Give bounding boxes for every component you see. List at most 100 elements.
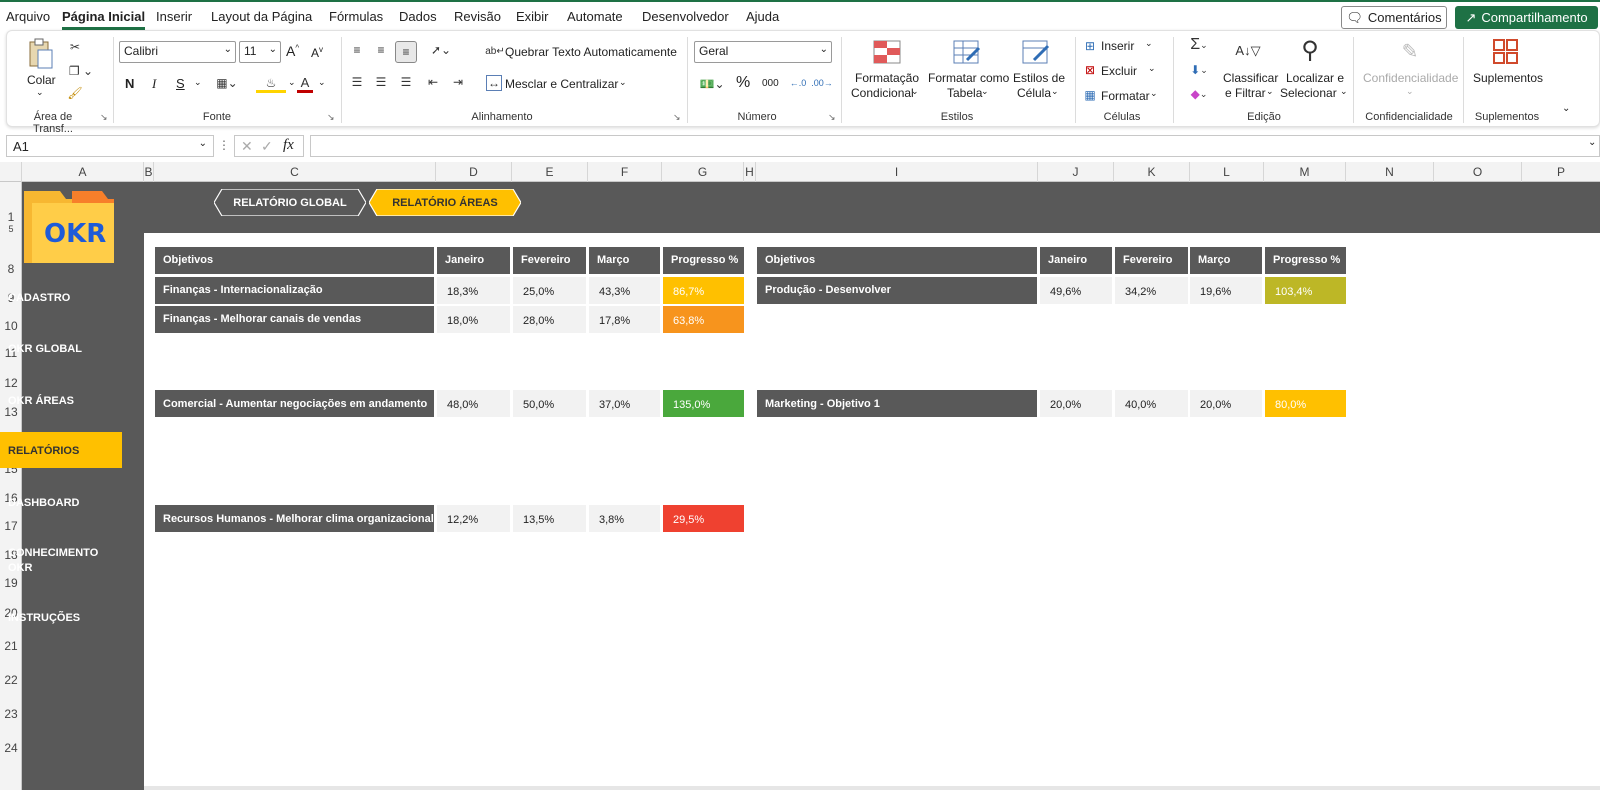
progress-cell[interactable]: 80,0% — [1265, 390, 1346, 417]
column-header[interactable]: M — [1264, 162, 1346, 182]
cut-icon[interactable]: ✂ — [67, 39, 83, 55]
increase-indent-icon[interactable]: ⇥ — [449, 73, 467, 91]
progress-cell[interactable]: 63,8% — [663, 306, 744, 333]
value-cell[interactable]: 34,2% — [1115, 277, 1188, 304]
align-center-icon[interactable]: ☰ — [372, 73, 390, 91]
fill-icon[interactable]: ⬇ ⌄ — [1184, 61, 1214, 79]
sort-filter-icon[interactable]: A↓▽ — [1233, 37, 1263, 65]
value-cell[interactable]: 18,0% — [437, 306, 510, 333]
align-right-icon[interactable]: ☰ — [397, 73, 415, 91]
row-header[interactable]: 12 — [0, 376, 22, 390]
decrease-indent-icon[interactable]: ⇤ — [424, 73, 442, 91]
underline-button[interactable]: S — [176, 76, 185, 91]
increase-font-icon[interactable]: A^ — [286, 43, 299, 59]
number-launcher-icon[interactable]: ↘ — [828, 112, 836, 123]
nav-relatorios[interactable]: RELATÓRIOS — [0, 432, 122, 468]
format-cells-icon[interactable]: ▦ — [1082, 88, 1098, 102]
delete-cells-icon[interactable]: ⊠ — [1082, 63, 1098, 77]
merge-center-button[interactable]: Mesclar e Centralizar — [505, 77, 618, 91]
bold-button[interactable]: N — [125, 76, 134, 91]
paste-label[interactable]: Colar — [27, 73, 56, 87]
column-header[interactable]: H — [744, 162, 756, 182]
value-cell[interactable]: 19,6% — [1190, 277, 1262, 304]
sort-filter-line2[interactable]: e Filtrar — [1225, 86, 1266, 100]
nav-instrucoes[interactable]: INSTRUÇÕES — [0, 612, 122, 628]
align-middle-icon[interactable]: ≡ — [372, 41, 390, 59]
insert-cells-button[interactable]: Inserir — [1101, 39, 1134, 53]
row-header[interactable]: 21 — [0, 639, 22, 653]
column-header[interactable]: P — [1522, 162, 1600, 182]
font-launcher-icon[interactable]: ↘ — [327, 112, 335, 123]
sensitivity-chevron-icon[interactable]: ⌄ — [1406, 86, 1414, 97]
align-left-icon[interactable]: ☰ — [348, 73, 366, 91]
fill-color-icon[interactable]: ♨ — [256, 75, 286, 93]
cancel-icon[interactable]: ✕ — [241, 138, 253, 155]
menu-dados[interactable]: Dados — [399, 9, 437, 24]
delete-cells-button[interactable]: Excluir — [1101, 64, 1137, 78]
delete-chevron-icon[interactable]: ⌄ — [1148, 63, 1156, 74]
value-cell[interactable]: 49,6% — [1040, 277, 1112, 304]
paste-icon[interactable] — [23, 37, 57, 71]
addins-button[interactable]: Suplementos — [1473, 71, 1543, 85]
insert-cells-icon[interactable]: ⊞ — [1082, 39, 1098, 53]
cell-styles-icon[interactable] — [1022, 39, 1050, 65]
decrease-font-icon[interactable]: Av — [311, 45, 323, 60]
clipboard-launcher-icon[interactable]: ↘ — [100, 112, 108, 123]
nav-okr-areas[interactable]: OKR ÁREAS — [0, 395, 122, 411]
column-header[interactable]: C — [154, 162, 436, 182]
format-chevron-icon[interactable]: ⌄ — [1150, 88, 1158, 99]
format-table-icon[interactable] — [953, 39, 981, 65]
cell-styles-line1[interactable]: Estilos de — [1013, 71, 1065, 85]
formula-input[interactable] — [310, 135, 1600, 157]
value-cell[interactable]: 3,8% — [589, 505, 660, 532]
alignment-launcher-icon[interactable]: ↘ — [673, 112, 681, 123]
objective-cell[interactable]: Marketing - Objetivo 1 — [757, 390, 1037, 417]
copy-icon[interactable]: ❐ ⌄ — [67, 63, 95, 79]
autosum-icon[interactable]: Σ ⌄ — [1184, 36, 1214, 54]
menu-revisao[interactable]: Revisão — [454, 9, 501, 24]
nav-dashboard[interactable]: DASHBOARD — [0, 497, 122, 513]
column-header[interactable]: E — [512, 162, 588, 182]
clear-icon[interactable]: ◆ ⌄ — [1184, 85, 1214, 103]
merge-chevron-icon[interactable]: ⌄ — [619, 77, 627, 88]
value-cell[interactable]: 17,8% — [589, 306, 660, 333]
row-header[interactable]: 10 — [0, 319, 22, 333]
value-cell[interactable]: 28,0% — [513, 306, 586, 333]
row-header[interactable]: 1 — [0, 210, 22, 224]
menu-desenvolvedor[interactable]: Desenvolvedor — [642, 9, 729, 24]
insert-chevron-icon[interactable]: ⌄ — [1145, 38, 1153, 49]
font-color-icon[interactable]: A — [297, 74, 313, 93]
row-header[interactable]: 23 — [0, 707, 22, 721]
format-table-line2[interactable]: Tabela — [947, 86, 982, 100]
column-header[interactable]: A — [22, 162, 144, 182]
column-header[interactable]: O — [1434, 162, 1522, 182]
value-cell[interactable]: 13,5% — [513, 505, 586, 532]
sort-chevron-icon[interactable]: ⌄ — [1266, 86, 1274, 97]
format-painter-icon[interactable]: 🖌 — [67, 85, 83, 101]
find-select-line1[interactable]: Localizar e — [1286, 71, 1344, 85]
progress-cell[interactable]: 103,4% — [1265, 277, 1346, 304]
format-cells-button[interactable]: Formatar — [1101, 89, 1150, 103]
menu-ajuda[interactable]: Ajuda — [746, 9, 779, 24]
find-select-line2[interactable]: Selecionar — [1280, 86, 1337, 100]
cell-styles-line2[interactable]: Célula — [1017, 86, 1051, 100]
objective-cell[interactable]: Finanças - Melhorar canais de vendas — [155, 306, 434, 333]
name-box[interactable]: A1 ⌄ — [6, 135, 214, 157]
find-chevron-icon[interactable]: ⌄ — [1340, 86, 1348, 97]
value-cell[interactable]: 20,0% — [1190, 390, 1262, 417]
value-cell[interactable]: 12,2% — [437, 505, 510, 532]
sort-filter-line1[interactable]: Classificar — [1223, 71, 1278, 85]
menu-arquivo[interactable]: Arquivo — [6, 9, 50, 24]
find-icon[interactable]: ⚲ — [1295, 35, 1325, 65]
value-cell[interactable]: 18,3% — [437, 277, 510, 304]
progress-cell[interactable]: 29,5% — [663, 505, 744, 532]
tab-relatorio-global[interactable]: RELATÓRIO GLOBAL — [214, 189, 366, 216]
horizontal-scrollbar[interactable] — [144, 786, 1600, 790]
column-header[interactable]: J — [1038, 162, 1114, 182]
font-color-chevron-icon[interactable]: ⌄ — [318, 77, 326, 88]
align-top-icon[interactable]: ≡ — [348, 41, 366, 59]
paste-chevron-icon[interactable]: ⌄ — [36, 87, 44, 98]
orientation-icon[interactable]: ➚⌄ — [426, 41, 456, 59]
menu-automate[interactable]: Automate — [567, 9, 623, 24]
share-button[interactable]: ↗ Compartilhamento — [1455, 6, 1598, 29]
